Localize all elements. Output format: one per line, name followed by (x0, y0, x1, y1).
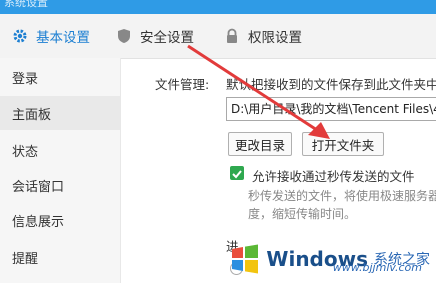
sidebar-item-label: 信息展示 (12, 214, 65, 230)
sidebar-item-chat-window[interactable]: 会话窗口 (0, 168, 120, 202)
tab-basic-settings[interactable]: 基本设置 (12, 14, 90, 58)
sidebar: 登录 主面板 状态 会话窗口 信息展示 提醒 (0, 58, 121, 283)
allow-fast-receive-checkbox[interactable] (230, 166, 244, 180)
sidebar-item-info-display[interactable]: 信息展示 (0, 203, 120, 237)
sidebar-item-reminder[interactable]: 提醒 (0, 240, 120, 274)
gear-icon (12, 28, 28, 44)
allow-fast-receive-label: 允许接收通过秒传发送的文件 (252, 169, 415, 184)
watermark-url: www.bjjmlv.com (332, 261, 422, 274)
check-icon (232, 170, 242, 179)
watermark: Windows 系统之家 www.bjjmlv.com (230, 239, 430, 279)
windows-logo-icon (232, 244, 259, 274)
shield-icon (116, 28, 132, 44)
sidebar-item-label: 主面板 (12, 107, 52, 123)
sidebar-item-main-panel[interactable]: 主面板 (0, 96, 120, 130)
fast-receive-description-line1: 秒传发送的文件，将使用极速服务器 (248, 189, 436, 203)
sidebar-item-label: 状态 (12, 144, 39, 160)
window-title: 系统设置 (4, 0, 48, 9)
sidebar-item-label: 提醒 (12, 251, 39, 267)
red-arrow-icon (187, 44, 330, 139)
sidebar-item-label: 会话窗口 (12, 179, 65, 195)
sidebar-item-status[interactable]: 状态 (0, 133, 120, 167)
title-bar: 系统设置 (0, 0, 436, 14)
sidebar-item-login[interactable]: 登录 (0, 60, 120, 94)
sidebar-item-label: 登录 (12, 71, 39, 87)
fast-receive-description-line2: 度，缩短传输时间。 (248, 207, 357, 221)
tab-basic-settings-label: 基本设置 (36, 30, 90, 46)
